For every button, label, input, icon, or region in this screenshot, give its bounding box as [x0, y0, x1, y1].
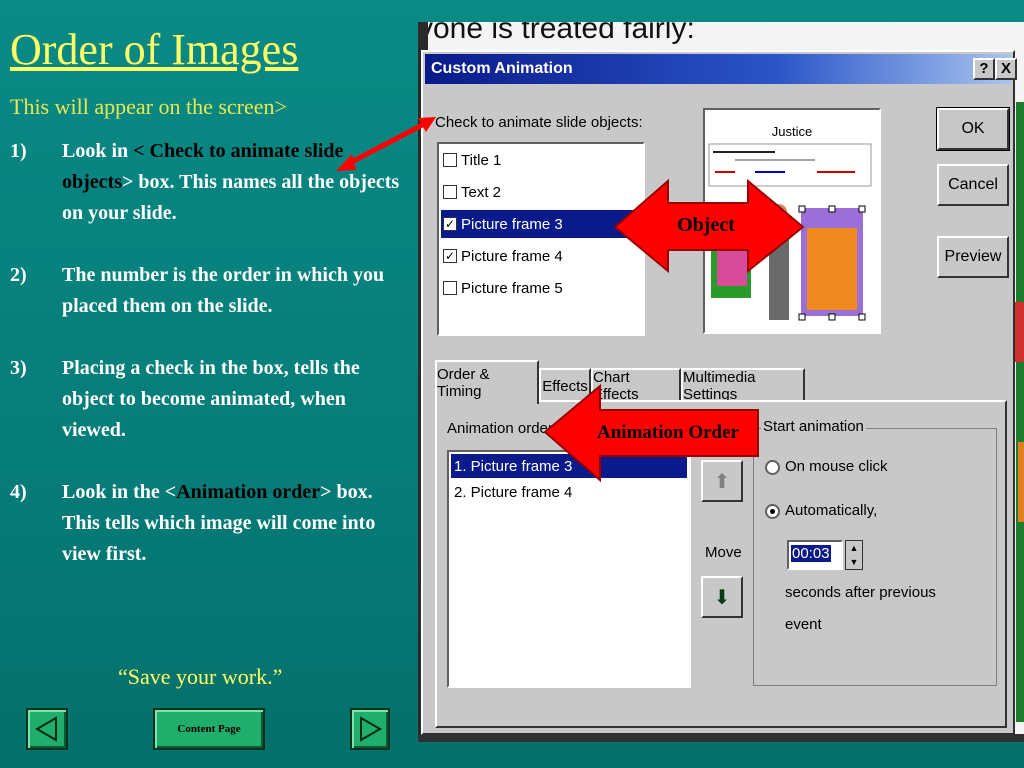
double-arrow-icon — [336, 117, 436, 171]
animation-order-annotation-label: Animation Order — [597, 422, 739, 443]
object-annotation-label: Object — [677, 214, 735, 236]
tab-order-timing[interactable]: Order & Timing — [435, 360, 539, 404]
